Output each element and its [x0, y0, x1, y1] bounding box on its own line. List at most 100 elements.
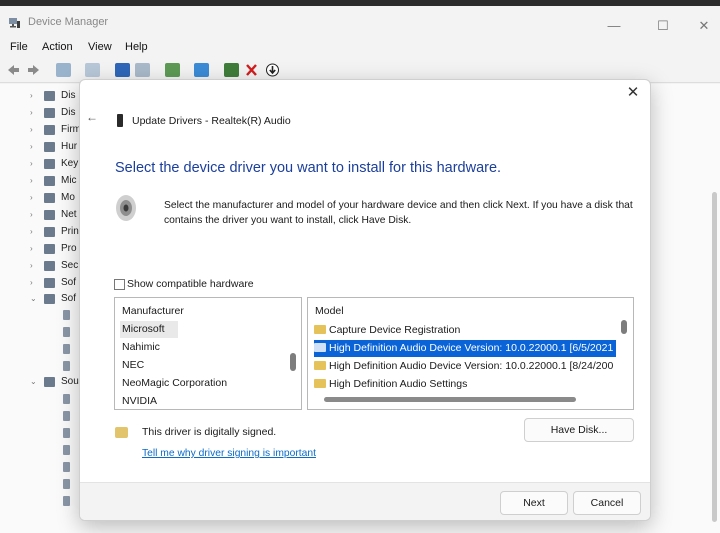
download-driver-icon[interactable] — [265, 63, 280, 77]
model-horizontal-scrollbar[interactable] — [324, 397, 576, 402]
expand-icon[interactable]: › — [30, 176, 33, 185]
update-drivers-dialog: ✕ ← Update Drivers - Realtek(R) Audio Se… — [79, 79, 651, 521]
manufacturer-header: Manufacturer — [122, 305, 184, 317]
model-vertical-scrollbar[interactable] — [621, 320, 627, 334]
minimize-button[interactable]: — — [592, 12, 636, 40]
model-item-selected[interactable]: High Definition Audio Device Version: 10… — [314, 340, 616, 357]
properties-view-icon[interactable] — [56, 63, 71, 77]
dialog-heading: Select the device driver you want to ins… — [115, 160, 502, 176]
model-list[interactable]: Model Capture Device Registration High D… — [307, 297, 634, 410]
device-category-icon — [44, 261, 55, 271]
dialog-close-button[interactable]: ✕ — [622, 82, 644, 104]
device-category-icon — [44, 278, 55, 288]
device-category-icon — [44, 193, 55, 203]
tree-item-label: Sec — [61, 260, 79, 271]
model-header: Model — [315, 305, 344, 317]
device-category-icon — [44, 159, 55, 169]
tree-item-label: Prin — [61, 226, 79, 237]
uninstall-x-icon[interactable] — [244, 63, 259, 77]
expand-icon[interactable]: › — [30, 227, 33, 236]
device-category-icon — [44, 244, 55, 254]
audio-device-icon — [117, 114, 123, 127]
dialog-description: Select the manufacturer and model of you… — [164, 200, 633, 226]
forward-arrow-icon[interactable] — [26, 63, 41, 77]
device-category-icon — [44, 377, 55, 387]
maximize-button[interactable]: ☐ — [641, 12, 685, 40]
device-icon — [63, 445, 70, 455]
device-category-icon — [44, 227, 55, 237]
model-item[interactable]: Capture Device Registration — [314, 322, 614, 339]
manufacturer-item[interactable]: NEC — [122, 357, 144, 374]
back-arrow-icon[interactable] — [6, 63, 21, 77]
console-icon[interactable] — [135, 63, 150, 77]
expand-icon[interactable]: › — [30, 108, 33, 117]
expand-icon[interactable]: › — [30, 244, 33, 253]
close-window-button[interactable]: ✕ — [682, 12, 720, 40]
manufacturer-item[interactable]: Microsoft — [120, 321, 178, 338]
device-manager-icon — [9, 18, 20, 28]
dialog-title: Update Drivers - Realtek(R) Audio — [132, 115, 291, 127]
driver-signing-link[interactable]: Tell me why driver signing is important — [142, 448, 316, 459]
collapse-icon[interactable]: ⌄ — [30, 294, 37, 303]
expand-icon[interactable]: › — [30, 210, 33, 219]
expand-icon[interactable]: › — [30, 278, 33, 287]
model-item-label: High Definition Audio Device Version: 10… — [329, 342, 614, 354]
show-compatible-checkbox[interactable] — [114, 279, 125, 290]
expand-icon[interactable]: › — [30, 91, 33, 100]
device-icon — [63, 310, 70, 320]
menu-action[interactable]: Action — [42, 41, 73, 53]
update-driver-icon[interactable] — [165, 63, 180, 77]
help-icon[interactable] — [115, 63, 130, 77]
model-item-label: Capture Device Registration — [329, 324, 461, 336]
model-item[interactable]: High Definition Audio Device Version: 10… — [314, 358, 616, 375]
tree-item-label: Sof — [61, 277, 77, 288]
manufacturer-scrollbar[interactable] — [290, 353, 296, 371]
details-icon[interactable] — [85, 63, 100, 77]
tree-item-label: Firm — [61, 124, 81, 135]
device-category-icon — [44, 210, 55, 220]
collapse-icon[interactable]: ⌄ — [30, 377, 37, 386]
expand-icon[interactable]: › — [30, 159, 33, 168]
folder-icon — [314, 325, 326, 334]
device-icon — [63, 496, 70, 506]
tree-item-label: Hur — [61, 141, 78, 152]
manufacturer-item[interactable]: NeoMagic Corporation — [122, 375, 227, 392]
scan-hardware-icon[interactable] — [194, 63, 209, 77]
menu-view[interactable]: View — [88, 41, 112, 53]
title-bar: Device Manager — ☐ ✕ — [0, 6, 720, 34]
tree-item-label: Sof — [61, 293, 77, 304]
tree-scrollbar[interactable] — [712, 192, 717, 522]
device-icon — [63, 327, 70, 337]
model-item-label: High Definition Audio Settings — [329, 378, 468, 390]
device-icon — [63, 462, 70, 472]
device-icon — [63, 344, 70, 354]
device-category-icon — [44, 294, 55, 304]
expand-icon[interactable]: › — [30, 261, 33, 270]
tree-item-label: Sou — [61, 376, 79, 387]
back-button[interactable]: ← — [86, 110, 98, 124]
cancel-button[interactable]: Cancel — [573, 491, 641, 515]
manufacturer-list[interactable]: Manufacturer Microsoft Nahimic NEC NeoMa… — [114, 297, 302, 410]
menu-help[interactable]: Help — [125, 41, 148, 53]
certificate-icon — [115, 427, 128, 438]
folder-icon — [314, 379, 326, 388]
tree-item-label: Key — [61, 158, 79, 169]
device-icon — [63, 361, 70, 371]
tree-item-label: Dis — [61, 107, 76, 118]
tree-item-label: Mic — [61, 175, 77, 186]
enable-device-icon[interactable] — [224, 63, 239, 77]
device-icon — [63, 394, 70, 404]
device-category-icon — [44, 91, 55, 101]
model-item[interactable]: High Definition Audio Settings — [314, 376, 614, 393]
manufacturer-item[interactable]: NVIDIA — [122, 393, 157, 409]
tree-item-label: Net — [61, 209, 77, 220]
folder-icon — [314, 343, 326, 352]
expand-icon[interactable]: › — [30, 142, 33, 151]
manufacturer-item[interactable]: Nahimic — [122, 339, 160, 356]
expand-icon[interactable]: › — [30, 193, 33, 202]
menu-bar: File Action View Help — [0, 38, 720, 58]
have-disk-button[interactable]: Have Disk... — [524, 418, 634, 442]
menu-file[interactable]: File — [10, 41, 28, 53]
expand-icon[interactable]: › — [30, 125, 33, 134]
next-button[interactable]: Next — [500, 491, 568, 515]
